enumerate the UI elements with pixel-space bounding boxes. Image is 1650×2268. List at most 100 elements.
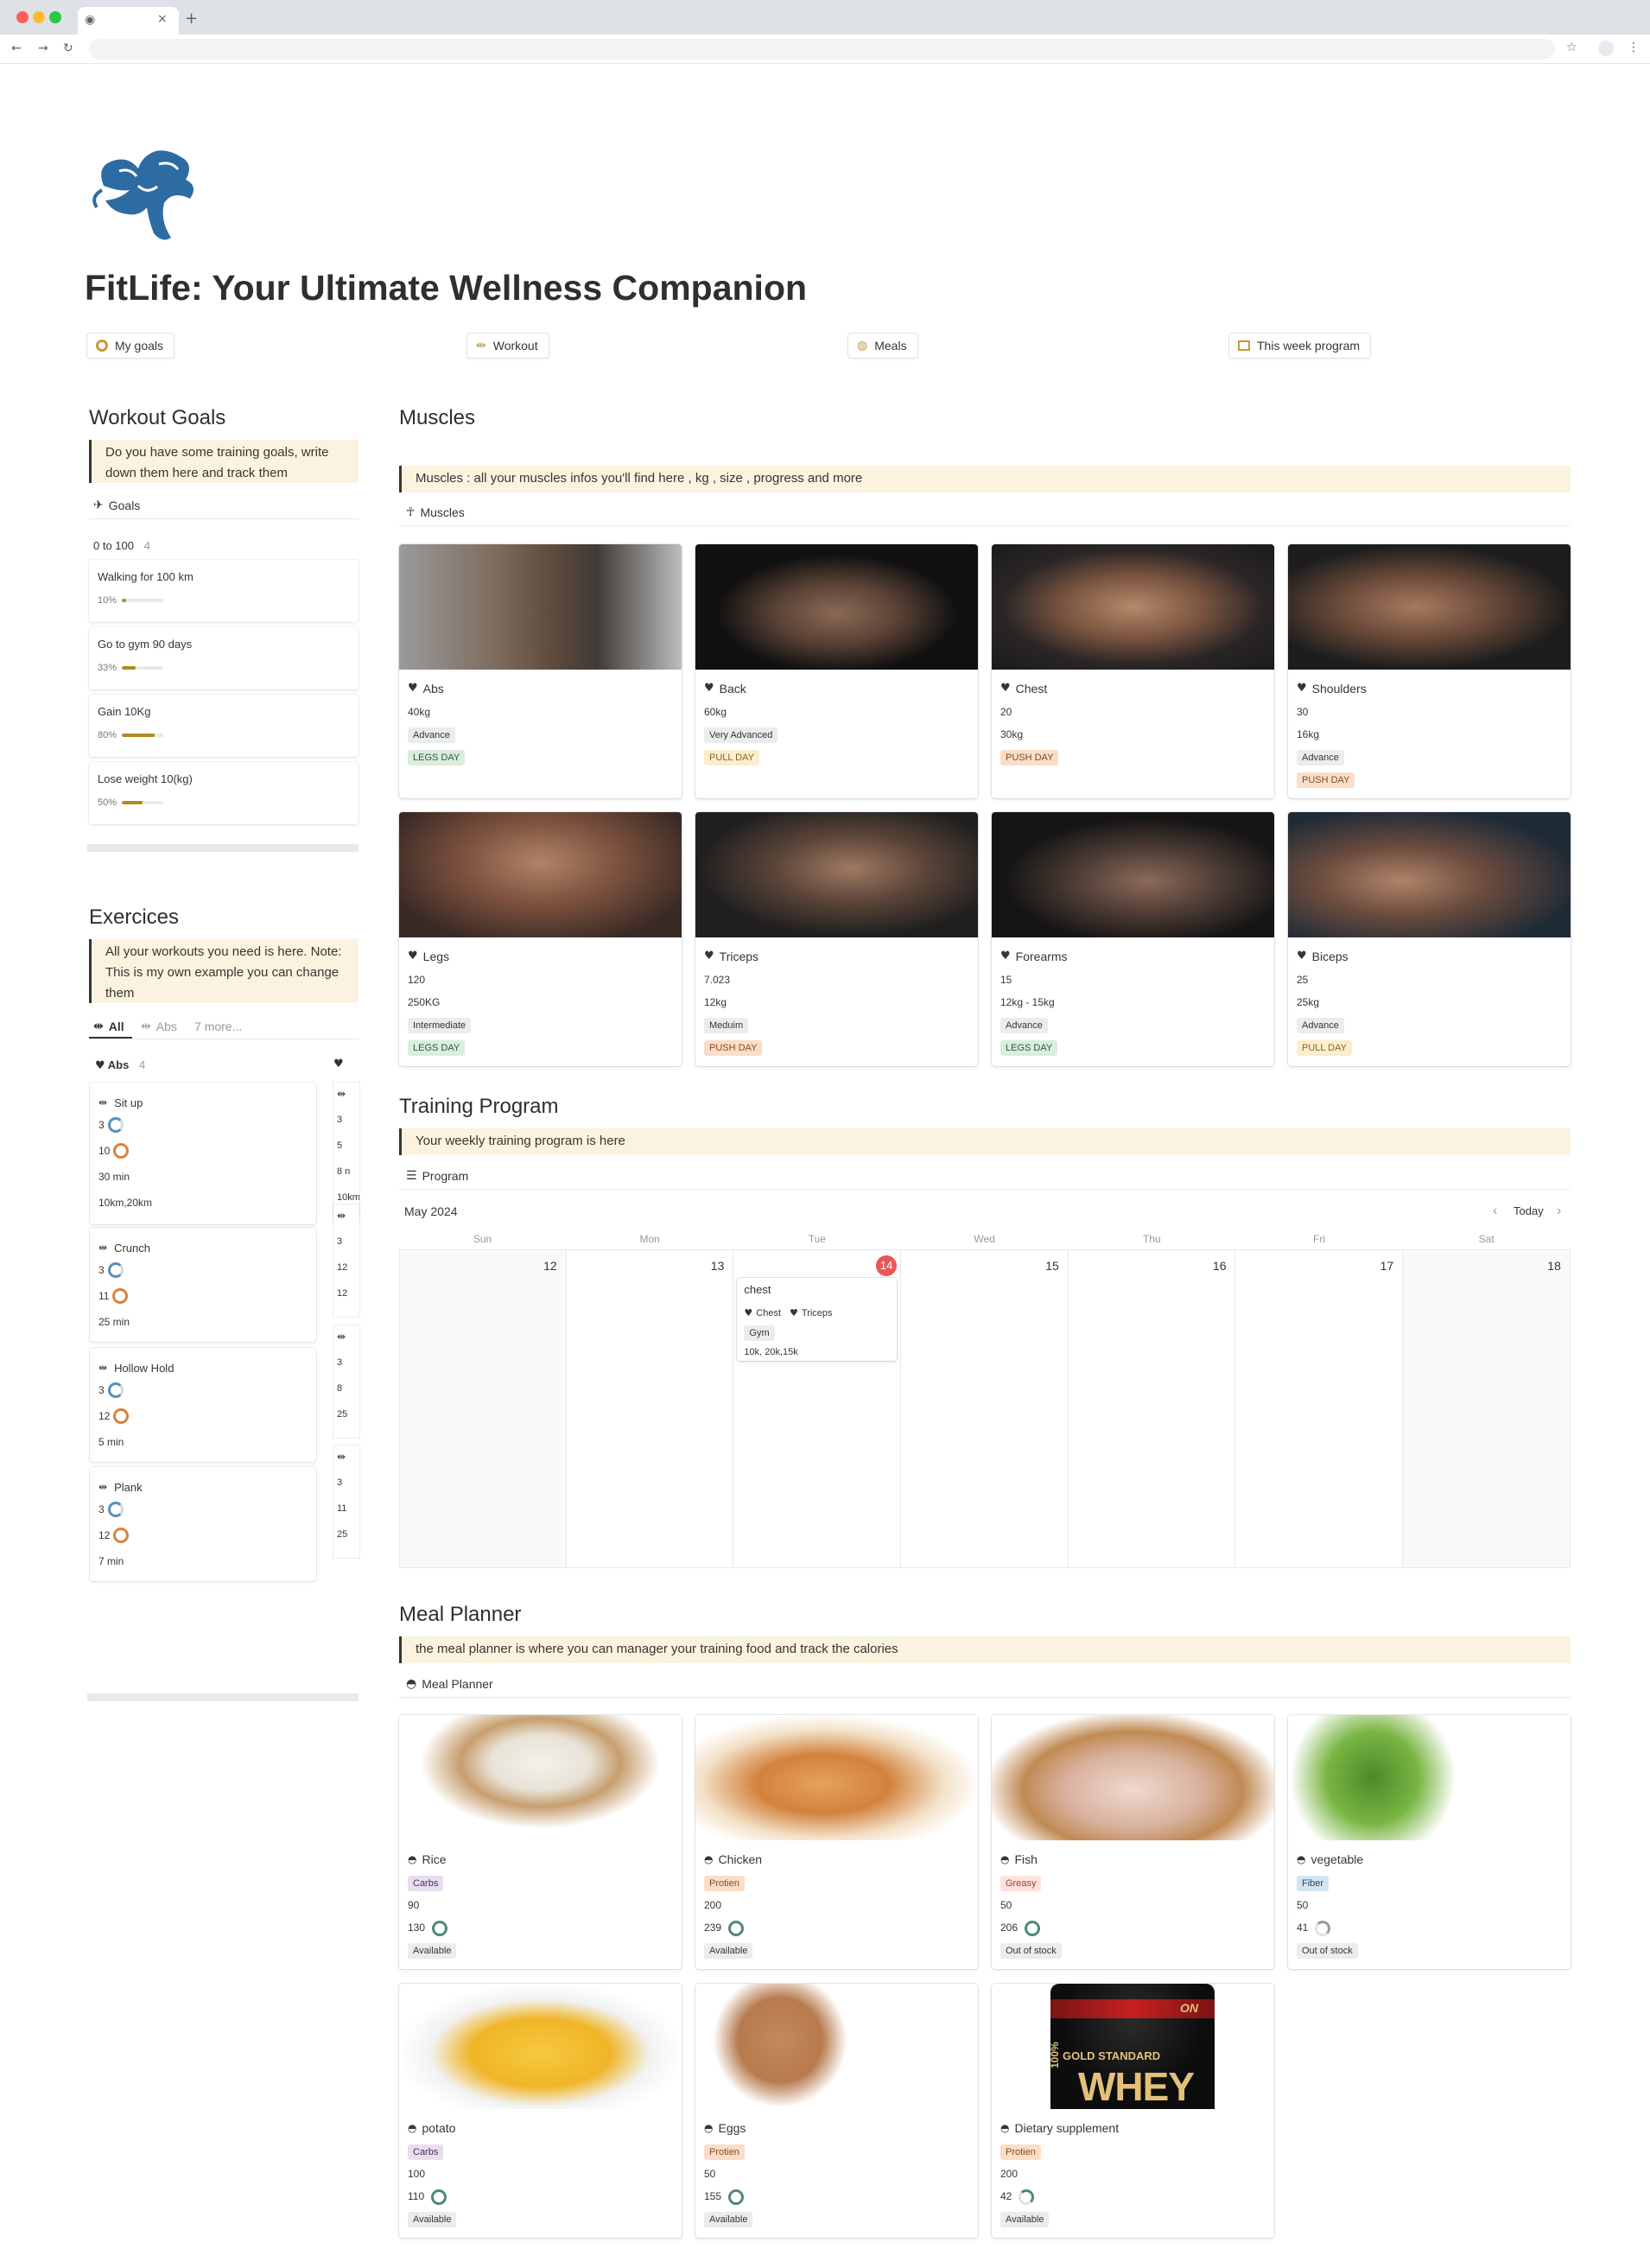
duration-value: 5 min: [98, 1436, 124, 1448]
calendar-event-card[interactable]: chest ♥ Chest ♥ Triceps Gym 10k, 20k,15k: [737, 1278, 898, 1361]
tag-row: Advance: [408, 723, 673, 746]
workout-link[interactable]: ⇹ Workout: [466, 333, 549, 359]
calendar-day[interactable]: 15: [901, 1250, 1069, 1568]
goal-card[interactable]: Walking for 100 km 10%: [89, 560, 359, 622]
program-view-tab[interactable]: ☰ Program: [406, 1169, 468, 1183]
goal-card[interactable]: Gain 10Kg 80%: [89, 695, 359, 757]
new-tab-icon[interactable]: +: [185, 11, 198, 27]
today-button[interactable]: Today: [1514, 1204, 1544, 1217]
muscle-card-body: ♥ Biceps 25 25kg Advance PULL DAY: [1288, 937, 1571, 1065]
meal-card[interactable]: ◓ Rice Carbs 90 130 Available: [399, 1715, 682, 1969]
meal-card[interactable]: ◓ vegetable Fiber 50 41 Out of stock: [1288, 1715, 1571, 1969]
muscle-card[interactable]: ♥ Forearms 15 12kg - 15kg Advance LEGS DAY: [992, 812, 1274, 1066]
progress-ring-icon: [1315, 1920, 1331, 1936]
meal-quantity: 90: [408, 1899, 420, 1911]
close-window-button[interactable]: [16, 11, 29, 23]
browser-tab[interactable]: ◉ ×: [78, 7, 179, 35]
muscle-card[interactable]: ♥ Legs 120 250KG Intermediate LEGS DAY: [399, 812, 682, 1066]
run-icon: ✈: [93, 499, 104, 512]
meal-calories-row: 155: [704, 2185, 969, 2208]
meal-status-tag: Available: [704, 2212, 753, 2227]
forward-icon[interactable]: →: [38, 42, 48, 54]
exercices-scrollbar[interactable]: [87, 1693, 359, 1701]
goal-card[interactable]: Lose weight 10(kg) 50%: [89, 762, 359, 824]
weekday-label: Mon: [639, 1233, 660, 1245]
tag-row: LEGS DAY: [408, 1036, 673, 1058]
heart-icon: ♥: [704, 682, 714, 695]
muscle-tag: Advance: [408, 727, 455, 743]
address-bar[interactable]: [89, 39, 1555, 60]
meal-card[interactable]: ON GOLD STANDARD 100% WHEY ◓ Dietary suppleme…: [992, 1984, 1274, 2238]
muscle-photo: [399, 812, 682, 937]
whey-logo: ON: [1180, 2001, 1198, 2015]
close-tab-icon[interactable]: ×: [157, 13, 168, 25]
tab-more[interactable]: 7 more...: [194, 1020, 242, 1033]
minimize-window-button[interactable]: [33, 11, 45, 23]
meal-card[interactable]: ◓ Fish Greasy 50 206 Out of stock: [992, 1715, 1274, 1969]
reps-row: 10: [98, 1138, 308, 1164]
event-muscles: ♥ Chest ♥ Triceps: [744, 1302, 890, 1323]
bowl-icon: ◓: [1000, 1853, 1010, 1865]
muscle-card[interactable]: ♥ Chest 20 30kg PUSH DAY: [992, 544, 1274, 798]
meals-link[interactable]: ◍ Meals: [847, 333, 918, 359]
this-week-program-link[interactable]: This week program: [1228, 333, 1372, 359]
goal-card[interactable]: Go to gym 90 days 33%: [89, 627, 359, 689]
maximize-window-button[interactable]: [49, 11, 61, 23]
menu-dots-icon[interactable]: ⋮: [1628, 41, 1640, 54]
heart-icon: ♥: [1297, 950, 1307, 962]
exercise-card-peek[interactable]: ⇹ 3 5 8 n 10km: [333, 1083, 359, 1221]
profile-icon[interactable]: [1598, 41, 1614, 56]
prev-week-icon[interactable]: ‹: [1493, 1204, 1497, 1219]
tag-row: LEGS DAY: [408, 746, 673, 768]
tab-abs[interactable]: ⇹ Abs: [141, 1020, 177, 1033]
event-muscle-label: Triceps: [801, 1307, 833, 1318]
calendar-day[interactable]: 13: [566, 1250, 734, 1568]
back-icon[interactable]: ←: [11, 42, 22, 54]
meal-view-tab[interactable]: ◓ Meal Planner: [406, 1677, 493, 1691]
exercise-card-peek[interactable]: ⇹ 3 12 12: [333, 1204, 359, 1317]
progress-ring-icon: [107, 1382, 124, 1398]
muscle-card[interactable]: ♥ Triceps 7.023 12kg Meduim PUSH DAY: [695, 812, 978, 1066]
meal-photo: [992, 1715, 1274, 1840]
exercise-card[interactable]: ⇹ Hollow Hold 3 12 5 min: [90, 1348, 316, 1462]
meal-card[interactable]: ◓ Eggs Protien 50 155 Available: [695, 1984, 978, 2238]
bowl-icon: ◓: [408, 2122, 417, 2134]
calendar-day[interactable]: 18: [1403, 1250, 1571, 1568]
calendar-day[interactable]: 17: [1235, 1250, 1404, 1568]
exercise-card[interactable]: ⇹ Plank 3 12 7 min: [90, 1467, 316, 1581]
exercise-card-peek[interactable]: ⇹ 3 11 25: [333, 1445, 359, 1558]
meal-calories: 42: [1000, 2190, 1012, 2202]
exercise-card[interactable]: ⇹ Sit up 3 10 30 min 10km,20km: [90, 1083, 316, 1224]
calendar-day[interactable]: 14 chest ♥ Chest ♥ Triceps Gym 10k, 20k,15k: [733, 1250, 902, 1568]
meal-title: ◓ Chicken: [704, 1847, 969, 1871]
muscle-card[interactable]: ♥ Biceps 25 25kg Advance PULL DAY: [1288, 812, 1571, 1066]
muscle-card[interactable]: ♥ Back 60kg Very Advanced PULL DAY: [695, 544, 978, 798]
bookmark-star-icon[interactable]: ☆: [1566, 41, 1577, 54]
muscles-view-tab[interactable]: ☥ Muscles: [406, 505, 465, 519]
goal-progress-row: 10%: [98, 595, 350, 606]
meal-card[interactable]: ◓ Chicken Protien 200 239 Available: [695, 1715, 978, 1969]
muscle-stat: 12kg: [704, 996, 727, 1008]
exercise-card-peek[interactable]: ⇹ 3 8 25: [333, 1325, 359, 1438]
meal-card[interactable]: ◓ potato Carbs 100 110 Available: [399, 1984, 682, 2238]
next-week-icon[interactable]: ›: [1557, 1204, 1561, 1219]
my-goals-link[interactable]: My goals: [86, 333, 175, 359]
goals-scrollbar[interactable]: [87, 844, 359, 852]
goals-group-label: 0 to 100: [93, 539, 134, 552]
reload-icon[interactable]: ↻: [63, 42, 73, 54]
muscle-title: ♥ Chest: [1000, 677, 1266, 701]
goals-view-tab[interactable]: ✈ Goals: [93, 499, 140, 512]
goals-group-header: 0 to 100 4: [93, 539, 150, 552]
calendar-day[interactable]: 12: [399, 1250, 567, 1568]
muscle-card[interactable]: ♥ Abs 40kg Advance LEGS DAY: [399, 544, 682, 798]
meals-label: Meals: [874, 339, 907, 353]
meal-calories: 206: [1000, 1922, 1019, 1934]
calendar-day[interactable]: 16: [1068, 1250, 1236, 1568]
meal-photo: ON GOLD STANDARD 100% WHEY: [992, 1984, 1274, 2109]
event-note: 10k, 20k,15k: [744, 1347, 798, 1357]
exercise-card[interactable]: ⇹ Crunch 3 11 25 min: [90, 1228, 316, 1342]
heart-icon: ♥: [744, 1306, 753, 1318]
muscle-card-body: ♥ Forearms 15 12kg - 15kg Advance LEGS DAY: [992, 937, 1274, 1065]
muscle-card[interactable]: ♥ Shoulders 30 16kg Advance PUSH DAY: [1288, 544, 1571, 798]
tab-all[interactable]: ⇹ All: [93, 1020, 124, 1033]
